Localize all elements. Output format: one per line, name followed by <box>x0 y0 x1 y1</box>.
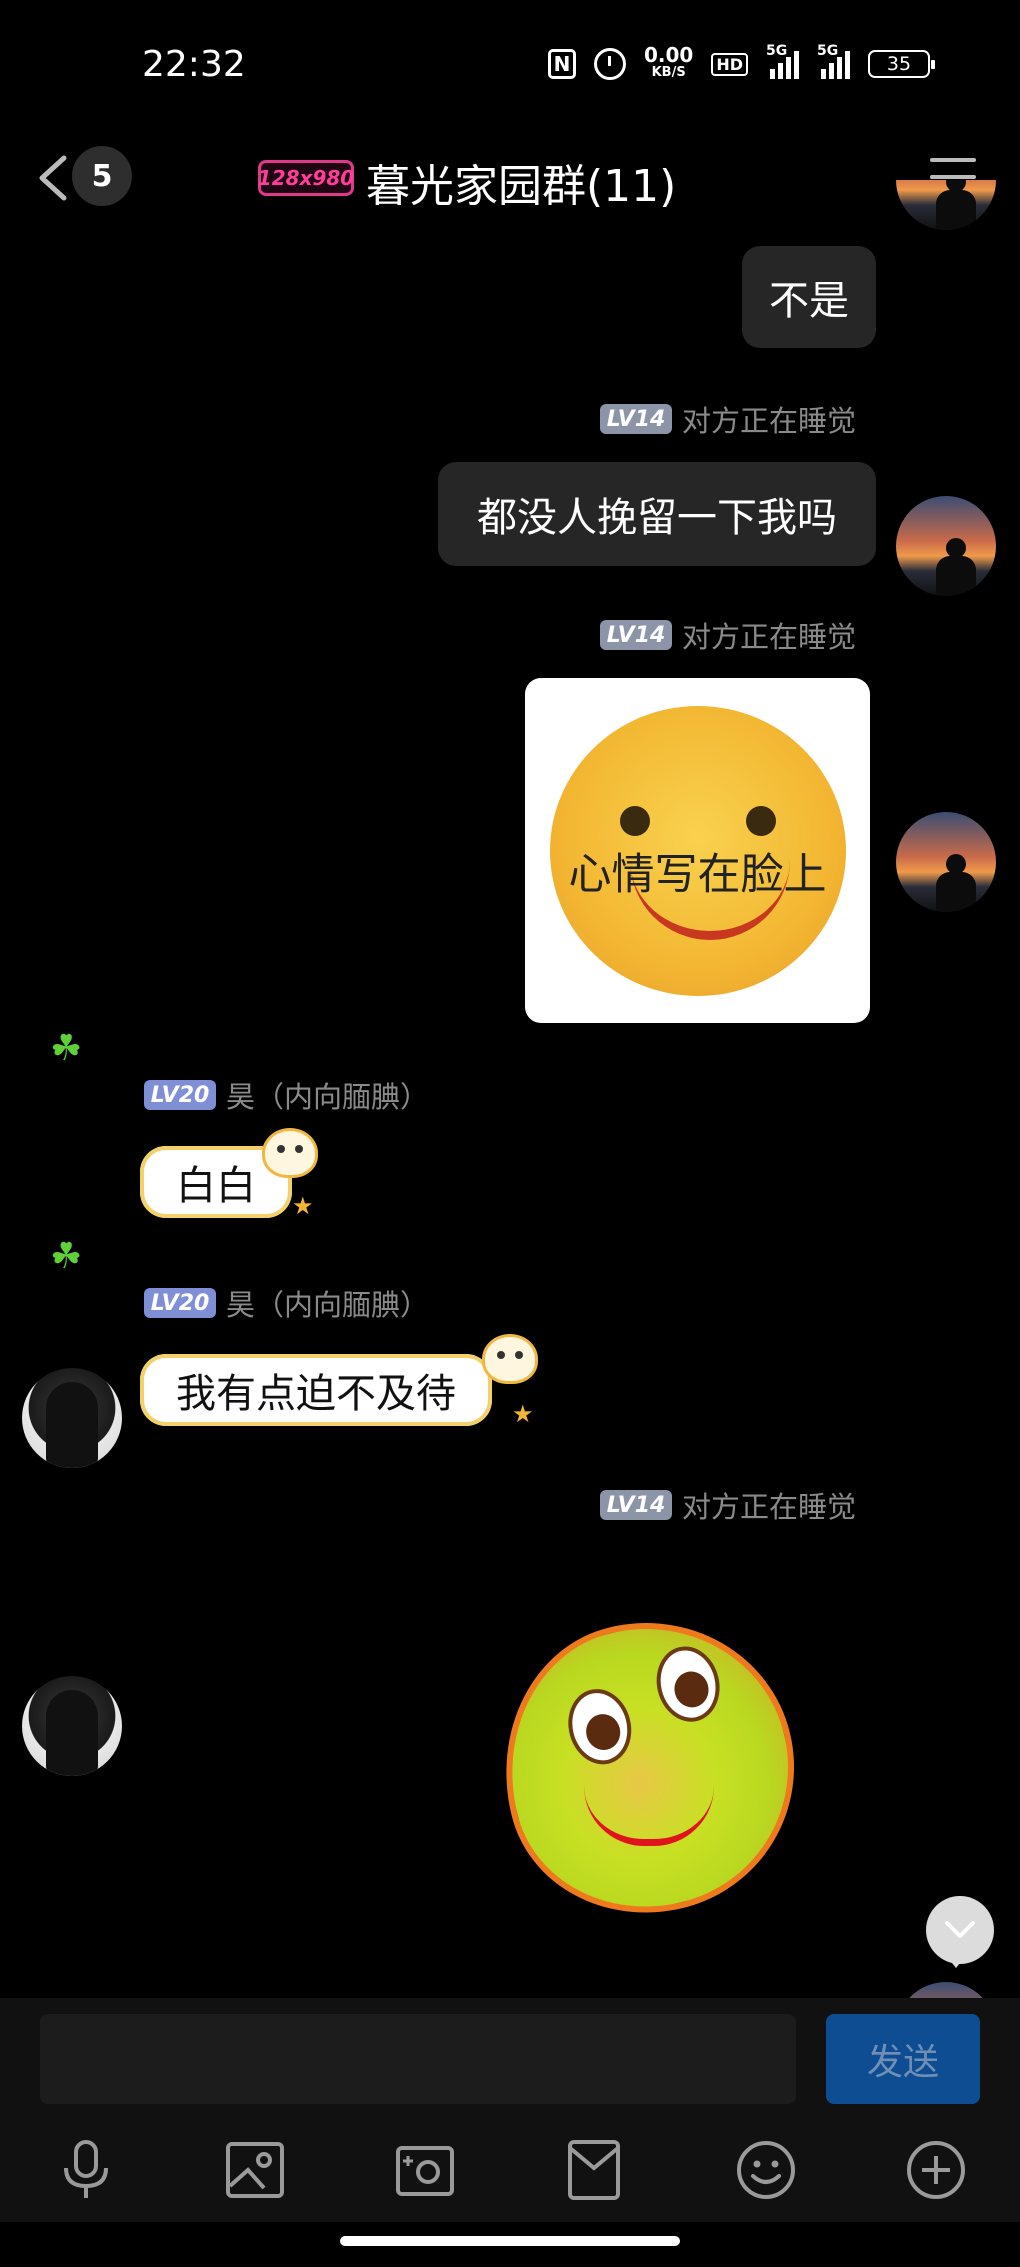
emoji-icon[interactable] <box>734 2138 798 2202</box>
star-icon: ★ <box>292 1192 314 1220</box>
net-speed: 0.00 KB/S <box>643 43 694 82</box>
sender-name: 昊（内向腼腆） <box>226 1288 430 1322</box>
sender-meta: LV14 对方正在睡觉 <box>600 398 856 440</box>
battery-icon: 35 <box>868 50 935 78</box>
nfc-icon: N <box>547 49 576 79</box>
file-icon[interactable] <box>566 2138 622 2202</box>
sticker-caption: 心情写在脸上 <box>568 850 827 900</box>
scroll-down-button[interactable] <box>926 1896 994 1968</box>
group-title[interactable]: 暮光家园群(11) <box>366 150 676 214</box>
avatar[interactable] <box>896 812 996 912</box>
alarm-icon <box>593 48 626 80</box>
sender-name: 昊（内向腼腆） <box>226 1080 430 1114</box>
microphone-icon[interactable] <box>56 2138 116 2202</box>
image-icon[interactable] <box>224 2140 286 2200</box>
sender-name: 对方正在睡觉 <box>682 1490 857 1524</box>
clover-icon: ☘ <box>50 1236 83 1277</box>
sticker-image[interactable] <box>473 1591 825 1943</box>
signal-1-label: 5G <box>766 43 788 59</box>
clover-icon: ☘ <box>50 1028 83 1069</box>
send-button[interactable]: 发送 <box>826 2014 980 2104</box>
level-badge: LV14 <box>600 1490 672 1520</box>
plus-icon[interactable] <box>904 2138 968 2202</box>
sender-name: 对方正在睡觉 <box>682 620 857 654</box>
hd-icon: HD <box>711 52 748 76</box>
message-bubble[interactable]: 我有点迫不及待 <box>140 1354 492 1426</box>
net-speed-value: 0.00 <box>643 43 694 67</box>
level-badge: LV20 <box>144 1080 216 1110</box>
avatar[interactable] <box>22 1368 122 1468</box>
camera-icon[interactable] <box>394 2140 456 2200</box>
group-tag: 128x980 <box>258 160 354 196</box>
level-badge: LV20 <box>144 1288 216 1318</box>
star-icon: ★ <box>512 1400 534 1428</box>
status-icons: N 0.00 KB/S HD 5G 5G 35 <box>547 43 935 82</box>
back-arrow-icon[interactable] <box>34 154 74 202</box>
level-badge: LV14 <box>600 620 672 650</box>
signal-icon-2: 5G <box>817 43 850 79</box>
message-bubble[interactable]: 不是 <box>742 246 876 348</box>
signal-icon-1: 5G <box>766 43 799 79</box>
home-indicator[interactable] <box>340 2236 680 2246</box>
level-badge: LV14 <box>600 404 672 434</box>
chevron-down-icon <box>945 1921 975 1938</box>
toolbar <box>0 2117 1020 2222</box>
cat-decoration-icon <box>262 1128 318 1178</box>
clock: 22:32 <box>142 44 246 85</box>
sender-meta: LV20 昊（内向腼腆） <box>144 1282 429 1324</box>
avatar[interactable] <box>22 1676 122 1776</box>
signal-2-label: 5G <box>817 43 839 59</box>
message-bubble[interactable]: 都没人挽留一下我吗 <box>438 462 876 566</box>
avatar[interactable] <box>896 496 996 596</box>
sender-name: 对方正在睡觉 <box>682 404 857 438</box>
net-speed-unit: KB/S <box>651 65 686 80</box>
cat-decoration-icon <box>482 1334 538 1384</box>
sender-meta: LV20 昊（内向腼腆） <box>144 1074 429 1116</box>
message-input[interactable] <box>40 2014 796 2104</box>
avatar[interactable] <box>896 180 996 230</box>
sender-meta: LV14 对方正在睡觉 <box>600 1484 856 1526</box>
sender-meta: LV14 对方正在睡觉 <box>600 614 856 656</box>
unread-badge[interactable]: 5 <box>72 146 132 206</box>
